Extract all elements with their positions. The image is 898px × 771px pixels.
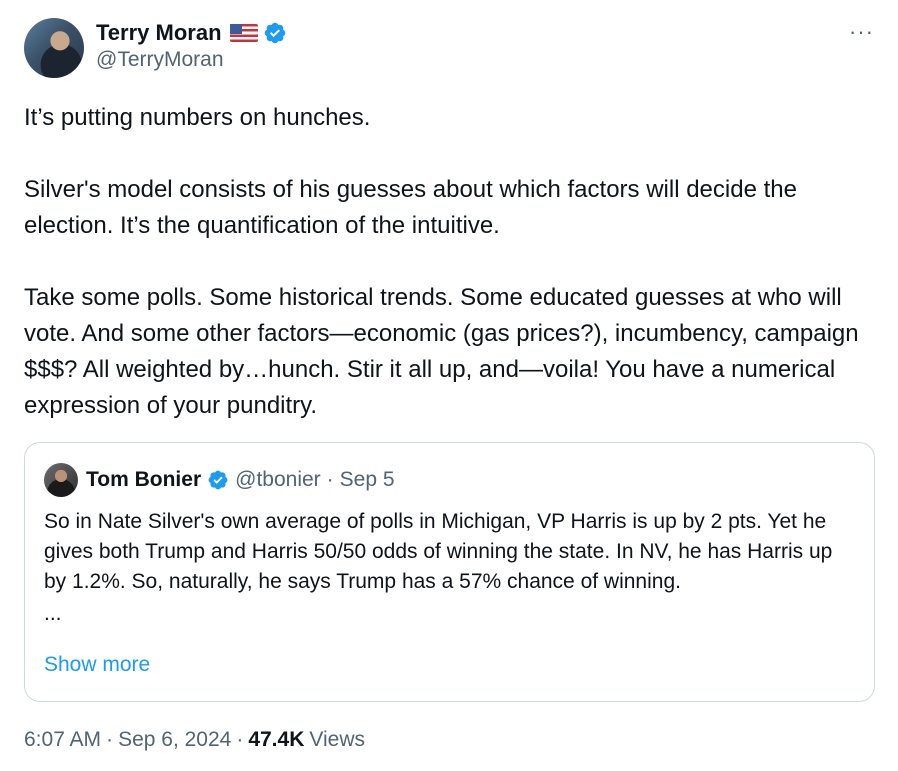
author-avatar[interactable] xyxy=(24,18,84,78)
quoted-tweet-ellipsis: ... xyxy=(44,602,62,625)
verified-badge-icon xyxy=(208,470,228,490)
tweet-date[interactable]: Sep 6, 2024 xyxy=(118,728,231,752)
more-options-icon[interactable]: ··· xyxy=(849,21,874,43)
quoted-tweet-paragraph: So in Nate Silver's own average of polls… xyxy=(44,510,833,593)
quoted-tweet[interactable]: Tom Bonier @tbonier · Sep 5 So in Nate S… xyxy=(24,442,875,702)
quoted-separator: · xyxy=(326,468,334,491)
quoted-author-display-name: Tom Bonier xyxy=(86,468,202,491)
views-count: 47.4K xyxy=(248,728,305,751)
meta-separator: · xyxy=(106,728,114,751)
us-flag-icon xyxy=(229,24,258,42)
tweet-text: It’s putting numbers on hunches. Silver'… xyxy=(24,100,884,424)
meta-separator: · xyxy=(236,728,244,751)
author-display-name[interactable]: Terry Moran xyxy=(96,20,222,46)
tweet-paragraph: Take some polls. Some historical trends.… xyxy=(24,284,859,419)
author-names: Terry Moran @TerryMoran xyxy=(96,20,287,72)
author-handle[interactable]: @TerryMoran xyxy=(96,48,287,72)
tweet-header: Terry Moran @TerryMoran xyxy=(24,18,287,78)
tweet-paragraph: It’s putting numbers on hunches. xyxy=(24,104,371,131)
views-label: Views xyxy=(309,728,366,751)
quoted-author-avatar xyxy=(44,463,78,497)
verified-badge-icon xyxy=(264,22,285,44)
quoted-tweet-date: Sep 5 xyxy=(339,468,395,491)
tweet-time[interactable]: 6:07 AM xyxy=(24,728,101,752)
quoted-tweet-header: Tom Bonier @tbonier · Sep 5 xyxy=(44,463,395,497)
tweet-paragraph: Silver's model consists of his guesses a… xyxy=(24,176,797,239)
tweet-meta: 6:07 AM · Sep 6, 2024 · 47.4K Views xyxy=(24,728,365,752)
quoted-tweet-text: So in Nate Silver's own average of polls… xyxy=(44,507,854,629)
show-more-link[interactable]: Show more xyxy=(44,653,150,677)
tweet-card: Terry Moran @TerryMoran ··· It’s putting… xyxy=(0,0,898,771)
author-name-row: Terry Moran xyxy=(96,20,287,46)
quoted-author-handle: @tbonier xyxy=(235,468,321,491)
